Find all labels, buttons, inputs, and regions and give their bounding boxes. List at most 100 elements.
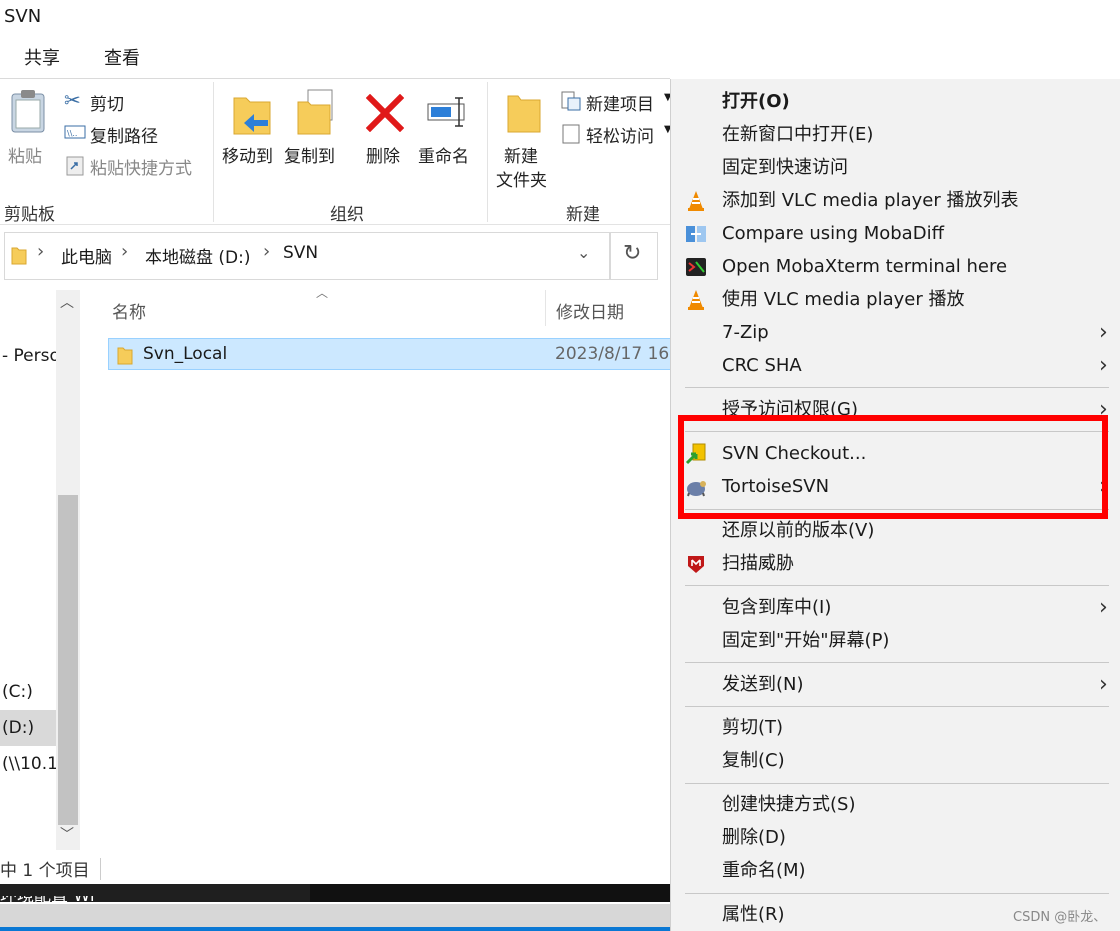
menu-item-include-library[interactable]: 包含到库中(I) › [671, 591, 1120, 624]
breadcrumb-drive-d[interactable]: 本地磁盘 (D:) [145, 243, 251, 268]
menu-item-pin-quick-access[interactable]: 固定到快速访问 [671, 151, 1120, 184]
vlc-cone-icon [688, 191, 704, 211]
nav-item-personal[interactable]: - Perso [2, 346, 58, 366]
move-to-button[interactable]: 移动到 [220, 86, 280, 176]
paste-shortcut-icon [66, 156, 84, 176]
nav-scrollbar-thumb[interactable] [58, 495, 78, 825]
nav-item-drive-c[interactable]: (C:) [2, 682, 33, 702]
menu-item-send-to[interactable]: 发送到(N) › [671, 668, 1120, 701]
menu-item-label: CRC SHA [722, 355, 802, 376]
chevron-right-icon: › [1099, 595, 1108, 620]
move-to-icon [233, 97, 271, 135]
menu-item-label: 扫描威胁 [722, 553, 794, 574]
menu-item-vlc-play[interactable]: 使用 VLC media player 播放 [671, 283, 1120, 316]
menu-item-label: 复制(C) [722, 750, 785, 771]
group-separator [487, 82, 488, 222]
tab-share[interactable]: 共享 [10, 46, 74, 76]
menu-item-7zip[interactable]: 7-Zip › [671, 316, 1120, 349]
easy-access-button[interactable]: 轻松访问 ▼ [560, 120, 672, 147]
chevron-right-icon: › [263, 241, 271, 262]
svg-text:\\..: \\.. [67, 129, 77, 138]
paste-label: 粘贴 [8, 147, 42, 167]
menu-item-create-shortcut[interactable]: 创建快捷方式(S) [671, 788, 1120, 821]
menu-separator [685, 585, 1109, 586]
menu-item-scan-threats[interactable]: 扫描威胁 [671, 547, 1120, 580]
chevron-right-icon: › [1099, 397, 1108, 415]
ribbon-bottom-border [0, 224, 670, 225]
nav-item-network[interactable]: (\\10.1 [2, 754, 58, 774]
window-title: SVN [4, 6, 42, 27]
paste-shortcut-label: 粘贴快捷方式 [90, 159, 192, 179]
menu-item-label: 7-Zip [722, 322, 769, 343]
new-folder-label-1: 新建 [504, 147, 538, 167]
copy-path-icon: \\.. [64, 125, 86, 139]
refresh-button[interactable]: ↻ [610, 232, 658, 280]
menu-item-delete[interactable]: 删除(D) [671, 821, 1120, 854]
column-divider[interactable] [545, 290, 546, 326]
menu-item-grant-access[interactable]: 授予访问权限(G) › [671, 393, 1120, 415]
group-separator [213, 82, 214, 222]
tab-view[interactable]: 查看 [90, 46, 154, 76]
chevron-right-icon: › [121, 241, 129, 262]
menu-item-label: 剪切(T) [722, 717, 784, 738]
chevron-right-icon: › [1099, 320, 1108, 345]
menu-item-rename[interactable]: 重命名(M) [671, 854, 1120, 887]
nav-item-drive-d[interactable]: (D:) [2, 718, 34, 738]
menu-separator [685, 387, 1109, 388]
address-bar[interactable]: › 此电脑 › 本地磁盘 (D:) › SVN ⌄ [4, 232, 610, 280]
chevron-right-icon: › [37, 241, 45, 262]
new-item-icon [561, 91, 581, 111]
menu-item-label: Compare using MobaDiff [722, 223, 944, 244]
menu-item-cut[interactable]: 剪切(T) [671, 711, 1120, 744]
new-item-button[interactable]: 新建项目 ▼ [560, 88, 672, 115]
file-row[interactable]: Svn_Local 2023/8/17 16 [108, 338, 678, 370]
copy-to-button[interactable]: 复制到 [284, 86, 344, 176]
copy-path-label: 复制路径 [90, 127, 158, 147]
scroll-up-icon[interactable]: ︿ [60, 292, 74, 312]
chevron-right-icon: › [1099, 672, 1108, 697]
breadcrumb-this-pc[interactable]: 此电脑 [61, 243, 112, 268]
menu-item-open[interactable]: 打开(O) [671, 85, 1120, 118]
menu-item-label: 属性(R) [722, 904, 785, 925]
chevron-down-icon[interactable]: ⌄ [577, 243, 590, 262]
rename-button[interactable]: 重命名 [418, 86, 478, 176]
menu-item-copy[interactable]: 复制(C) [671, 744, 1120, 777]
taskbar-item-label[interactable]: 环境配置 Wi [0, 896, 95, 904]
menu-item-crc-sha[interactable]: CRC SHA › [671, 349, 1120, 382]
menu-item-mobadiff[interactable]: Compare using MobaDiff [671, 217, 1120, 250]
folder-icon [507, 95, 541, 133]
paste-button[interactable]: 粘贴 [4, 86, 52, 176]
column-header-date[interactable]: 修改日期 [556, 298, 624, 323]
copy-to-label: 复制到 [284, 147, 335, 167]
menu-item-open-new-window[interactable]: 在新窗口中打开(E) [671, 118, 1120, 151]
clipboard-group-label: 剪贴板 [4, 205, 55, 225]
rename-label: 重命名 [418, 147, 469, 167]
easy-access-icon [562, 124, 580, 144]
scroll-down-icon[interactable]: ﹀ [60, 824, 74, 844]
clipboard-icon [11, 90, 45, 133]
menu-item-label: 在新窗口中打开(E) [722, 124, 874, 145]
refresh-icon: ↻ [623, 241, 642, 266]
file-name: Svn_Local [143, 344, 228, 364]
menu-item-vlc-playlist[interactable]: 添加到 VLC media player 播放列表 [671, 184, 1120, 217]
menu-item-label: 发送到(N) [722, 674, 804, 695]
bottom-accent [0, 927, 670, 931]
menu-item-pin-start[interactable]: 固定到"开始"屏幕(P) [671, 624, 1120, 657]
menu-item-label: Open MobaXterm terminal here [722, 256, 1008, 277]
status-divider [100, 858, 101, 880]
menu-separator [685, 893, 1109, 894]
rename-icon [427, 97, 465, 127]
menu-item-label: 授予访问权限(G) [722, 399, 858, 415]
menu-item-label: 删除(D) [722, 827, 786, 848]
vlc-cone-icon [688, 290, 704, 310]
new-folder-button[interactable]: 新建 文件夹 [494, 86, 554, 191]
column-header-name[interactable]: 名称 [112, 298, 146, 323]
delete-label: 删除 [366, 147, 400, 167]
move-to-label: 移动到 [222, 147, 273, 167]
breadcrumb-svn[interactable]: SVN [283, 243, 318, 263]
delete-button[interactable]: 删除 [360, 86, 410, 176]
menu-item-label: 固定到快速访问 [722, 157, 848, 178]
menu-item-label: 打开(O) [722, 91, 790, 112]
watermark: CSDN @卧龙、 [1013, 910, 1107, 925]
menu-item-mobaxterm[interactable]: Open MobaXterm terminal here [671, 250, 1120, 283]
